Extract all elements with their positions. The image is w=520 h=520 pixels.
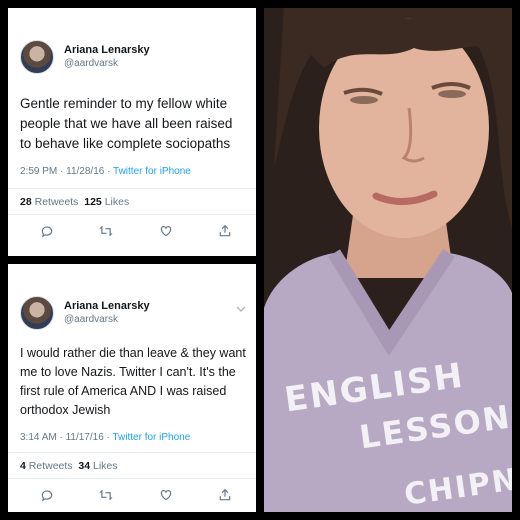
reply-icon[interactable] (38, 222, 56, 240)
divider (8, 452, 256, 453)
divider (8, 478, 256, 479)
selfie-photo: ENGLISH LESSON CHIPN (264, 8, 512, 512)
divider (8, 214, 256, 215)
retweets-count[interactable]: 28 (20, 196, 32, 208)
tweet-source-link[interactable]: Twitter for iPhone (112, 432, 190, 443)
tweet-stats: 4 Retweets 34 Likes (20, 460, 118, 472)
tweet-text: Gentle reminder to my fellow white peopl… (20, 96, 233, 151)
reply-icon[interactable] (38, 486, 56, 504)
tweet-time: 3:14 AM · 11/17/16 · (20, 432, 113, 443)
tweet-source-link[interactable]: Twitter for iPhone (113, 166, 191, 177)
tweet-stats: 28 Retweets 125 Likes (20, 196, 129, 208)
retweets-label[interactable]: Retweets (29, 460, 73, 472)
likes-count[interactable]: 125 (84, 196, 102, 208)
avatar[interactable] (20, 40, 54, 74)
retweet-icon[interactable] (97, 222, 115, 240)
tweet-header: Ariana Lenarsky @aardvarsk (20, 40, 150, 74)
likes-count[interactable]: 34 (78, 460, 90, 472)
like-icon[interactable] (157, 486, 175, 504)
retweets-label[interactable]: Retweets (35, 196, 79, 208)
likes-label[interactable]: Likes (105, 196, 130, 208)
like-icon[interactable] (157, 222, 175, 240)
tweet-timestamp: 2:59 PM · 11/28/16 · Twitter for iPhone (20, 166, 191, 177)
tweet-card: Ariana Lenarsky @aardvarsk I would rathe… (8, 264, 256, 512)
tweet-header: Ariana Lenarsky @aardvarsk (20, 296, 150, 330)
user-handle[interactable]: @aardvarsk (64, 313, 150, 327)
tweet-card: Ariana Lenarsky @aardvarsk Gentle remind… (8, 8, 256, 256)
chevron-down-icon[interactable] (236, 304, 246, 315)
retweets-count[interactable]: 4 (20, 460, 26, 472)
display-name[interactable]: Ariana Lenarsky (64, 43, 150, 57)
divider (8, 188, 256, 189)
tweet-text: I would rather die than leave & they wan… (20, 346, 246, 417)
tweet-actions (38, 486, 234, 504)
tweet-time: 2:59 PM · 11/28/16 · (20, 166, 114, 177)
share-icon[interactable] (216, 222, 234, 240)
display-name[interactable]: Ariana Lenarsky (64, 299, 150, 313)
share-icon[interactable] (216, 486, 234, 504)
tweet-timestamp: 3:14 AM · 11/17/16 · Twitter for iPhone (20, 432, 190, 443)
retweet-icon[interactable] (97, 486, 115, 504)
user-handle[interactable]: @aardvarsk (64, 57, 150, 71)
tweet-actions (38, 222, 234, 240)
avatar[interactable] (20, 296, 54, 330)
likes-label[interactable]: Likes (93, 460, 118, 472)
